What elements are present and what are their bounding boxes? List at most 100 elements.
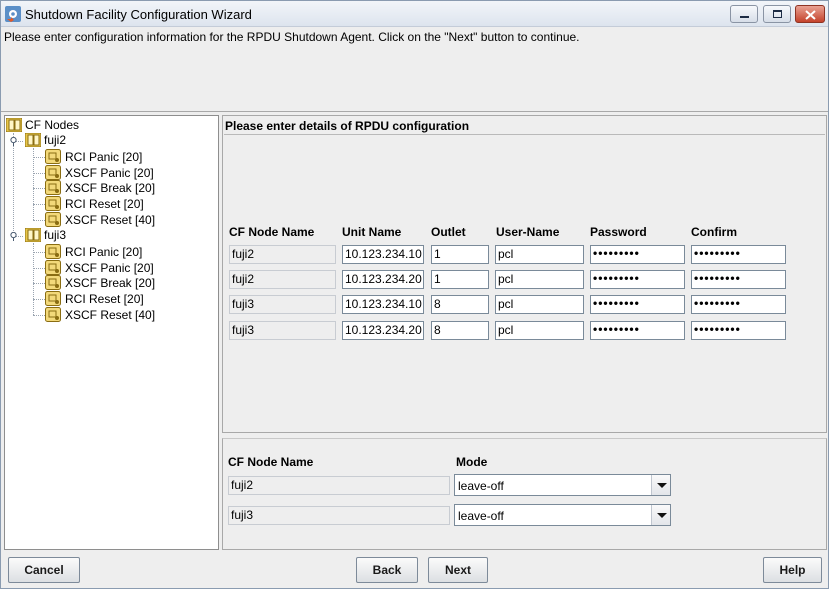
col-header-cf-node-name: CF Node Name [229,225,315,239]
outlet-input[interactable]: 1 [431,245,489,264]
unit-name-input[interactable]: 10.123.234.20 [342,270,424,289]
instruction-area: Please enter configuration information f… [1,28,828,112]
maximize-button[interactable] [763,5,791,23]
password-input[interactable]: ••••••••• [590,295,685,314]
shutdown-agent-icon [45,212,61,227]
folder-icon [6,118,22,132]
outlet-input[interactable]: 8 [431,321,489,340]
shutdown-agent-icon [45,275,61,290]
folder-icon [25,228,41,242]
shutdown-agent-icon [45,291,61,306]
rpdu-config-panel: Please enter details of RPDU configurati… [222,115,827,433]
confirm-password-input[interactable]: ••••••••• [691,321,786,340]
unit-name-input[interactable]: 10.123.234.10 [342,245,424,264]
tree-agent-item[interactable]: XSCF Reset [40] [65,212,155,228]
shutdown-agent-icon [45,149,61,164]
tree-node-fuji3[interactable]: fuji3 [44,227,66,243]
cf-node-name-field: fuji2 [229,245,336,264]
user-name-input[interactable]: pcl [495,321,584,340]
mode-config-panel: CF Node Name Mode fuji2 leave-off fuji3 … [222,438,827,550]
col-header-outlet: Outlet [431,225,466,239]
tree-agent-item[interactable]: RCI Reset [20] [65,291,144,307]
password-input[interactable]: ••••••••• [590,270,685,289]
shutdown-agent-icon [45,307,61,322]
close-icon [805,10,816,20]
col-header-confirm: Confirm [691,225,737,239]
tree-connector [33,283,45,284]
window-title: Shutdown Facility Configuration Wizard [25,7,252,22]
shutdown-agent-icon [45,196,61,211]
col-header-unit-name: Unit Name [342,225,402,239]
tree-connector [33,157,45,158]
tree-agent-item[interactable]: RCI Panic [20] [65,149,142,165]
minimize-button[interactable] [730,5,758,23]
chevron-down-icon[interactable] [651,475,670,495]
rpdu-table: CF Node Name Unit Name Outlet User-Name … [224,134,825,431]
tree-connector [33,268,45,269]
mode-select[interactable]: leave-off [454,474,671,496]
tree-expanded-icon[interactable] [9,137,18,146]
col-header-user-name: User-Name [496,225,560,239]
tree-agent-item[interactable]: XSCF Break [20] [65,180,155,196]
rpdu-panel-heading: Please enter details of RPDU configurati… [225,119,470,133]
instruction-text: Please enter configuration information f… [4,30,580,44]
unit-name-input[interactable]: 10.123.234.10 [342,295,424,314]
tree-connector [33,173,45,174]
col-header-password: Password [590,225,647,239]
confirm-password-input[interactable]: ••••••••• [691,245,786,264]
col-header-cf-node-name: CF Node Name [228,455,314,469]
wizard-window: Shutdown Facility Configuration Wizard P… [0,0,829,589]
user-name-input[interactable]: pcl [495,245,584,264]
tree-connector [13,133,14,237]
help-button[interactable]: Help [763,557,822,583]
shutdown-agent-icon [45,165,61,180]
tree-connector [33,220,45,221]
tree-agent-item[interactable]: RCI Panic [20] [65,244,142,260]
tree-root-label[interactable]: CF Nodes [25,117,79,133]
mode-select-value: leave-off [458,479,504,493]
unit-name-input[interactable]: 10.123.234.20 [342,321,424,340]
tree-connector [33,315,45,316]
tree-expanded-icon[interactable] [9,232,18,241]
shutdown-agent-icon [45,180,61,195]
user-name-input[interactable]: pcl [495,295,584,314]
tree-agent-item[interactable]: XSCF Reset [40] [65,307,155,323]
tree-agent-item[interactable]: XSCF Panic [20] [65,260,154,276]
outlet-input[interactable]: 1 [431,270,489,289]
col-header-mode: Mode [456,455,488,469]
confirm-password-input[interactable]: ••••••••• [691,270,786,289]
maximize-icon [773,10,782,18]
cf-node-name-field: fuji3 [229,295,336,314]
tree-node-fuji2[interactable]: fuji2 [44,132,66,148]
tree-connector [33,204,45,205]
tree-connector [33,299,45,300]
cf-node-name-field: fuji3 [228,506,450,525]
outlet-input[interactable]: 8 [431,295,489,314]
close-button[interactable] [795,5,825,23]
password-input[interactable]: ••••••••• [590,245,685,264]
password-input[interactable]: ••••••••• [590,321,685,340]
shutdown-agent-icon [45,244,61,259]
cf-node-tree[interactable]: CF Nodes fuji2 RCI Panic [20] XSCF Panic… [4,115,219,550]
cancel-button[interactable]: Cancel [8,557,80,583]
tree-agent-item[interactable]: XSCF Break [20] [65,275,155,291]
back-button[interactable]: Back [356,557,418,583]
tree-connector [33,252,45,253]
folder-icon [25,133,41,147]
user-name-input[interactable]: pcl [495,270,584,289]
tree-connector [33,188,45,189]
minimize-icon [740,16,749,18]
chevron-down-icon[interactable] [651,505,670,525]
mode-select-value: leave-off [458,509,504,523]
cf-node-name-field: fuji2 [229,270,336,289]
tree-connector [33,243,34,315]
mode-select[interactable]: leave-off [454,504,671,526]
tree-connector [33,148,34,220]
cf-node-name-field: fuji3 [229,321,336,340]
tree-agent-item[interactable]: RCI Reset [20] [65,196,144,212]
next-button[interactable]: Next [428,557,488,583]
title-bar[interactable]: Shutdown Facility Configuration Wizard [1,1,828,27]
tree-agent-item[interactable]: XSCF Panic [20] [65,165,154,181]
cf-node-name-field: fuji2 [228,476,450,495]
confirm-password-input[interactable]: ••••••••• [691,295,786,314]
